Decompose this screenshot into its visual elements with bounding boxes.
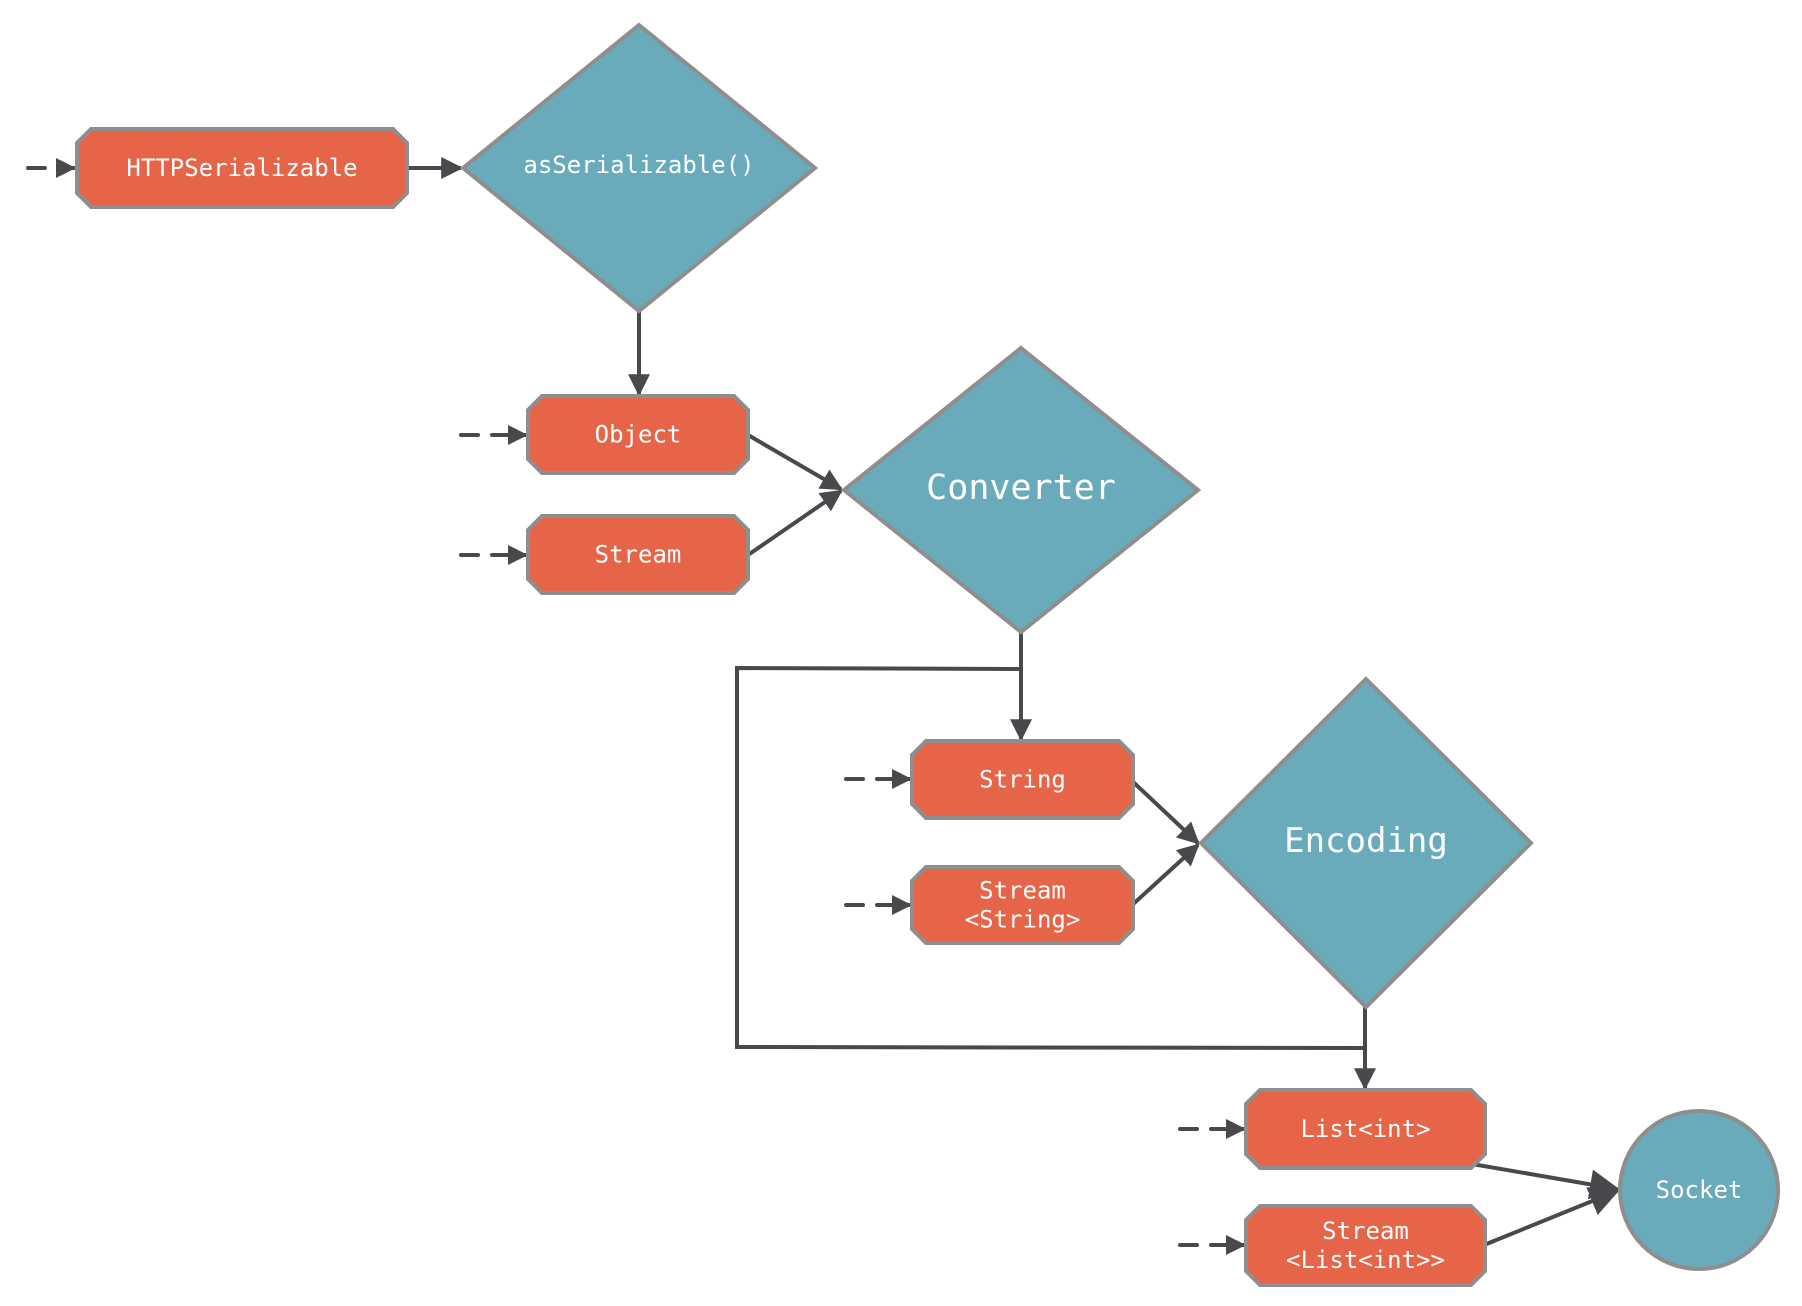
node-label: Stream [1322,1217,1409,1245]
node-label: Stream [595,541,682,569]
edge-streamstring-to-encoding [1129,843,1200,908]
node-stream[interactable]: Stream [526,514,750,595]
node-socket[interactable]: Socket [1618,1109,1780,1271]
node-label: Object [595,421,682,449]
node-string[interactable]: String [910,739,1135,820]
node-listint[interactable]: List<int> [1244,1088,1487,1170]
external-inputs [26,158,1246,1255]
node-converter[interactable]: Converter [840,345,1202,635]
node-label: asSerializable() [523,151,754,179]
node-encoding[interactable]: Encoding [1198,676,1534,1010]
node-label: String [979,766,1066,794]
edges [407,157,1620,1247]
node-stream-listint[interactable]: Stream<List<int>> [1244,1204,1487,1287]
edge-string-to-encoding [1129,778,1200,845]
node-object[interactable]: Object [526,394,750,475]
edge-stream-to-converter [746,489,843,557]
edge-streamlistint-to-socket [1483,1187,1620,1247]
node-label: Converter [926,468,1116,508]
node-stream-string[interactable]: Stream<String> [910,865,1135,945]
node-label: Stream [979,877,1066,905]
node-asserializable[interactable]: asSerializable() [459,22,819,314]
edge-listint-to-socket [1471,1162,1620,1200]
node-label: Encoding [1284,821,1448,861]
node-label: <String> [965,905,1081,933]
edge-object-to-converter [746,433,843,491]
node-label: List<int> [1300,1115,1430,1143]
node-httpserializable[interactable]: HTTPSerializable [75,127,409,209]
flow-diagram: HTTPSerializable asSerializable() Object… [26,22,1780,1287]
node-label: HTTPSerializable [126,154,357,182]
node-label: <List<int>> [1286,1246,1445,1274]
node-label: Socket [1656,1176,1743,1204]
